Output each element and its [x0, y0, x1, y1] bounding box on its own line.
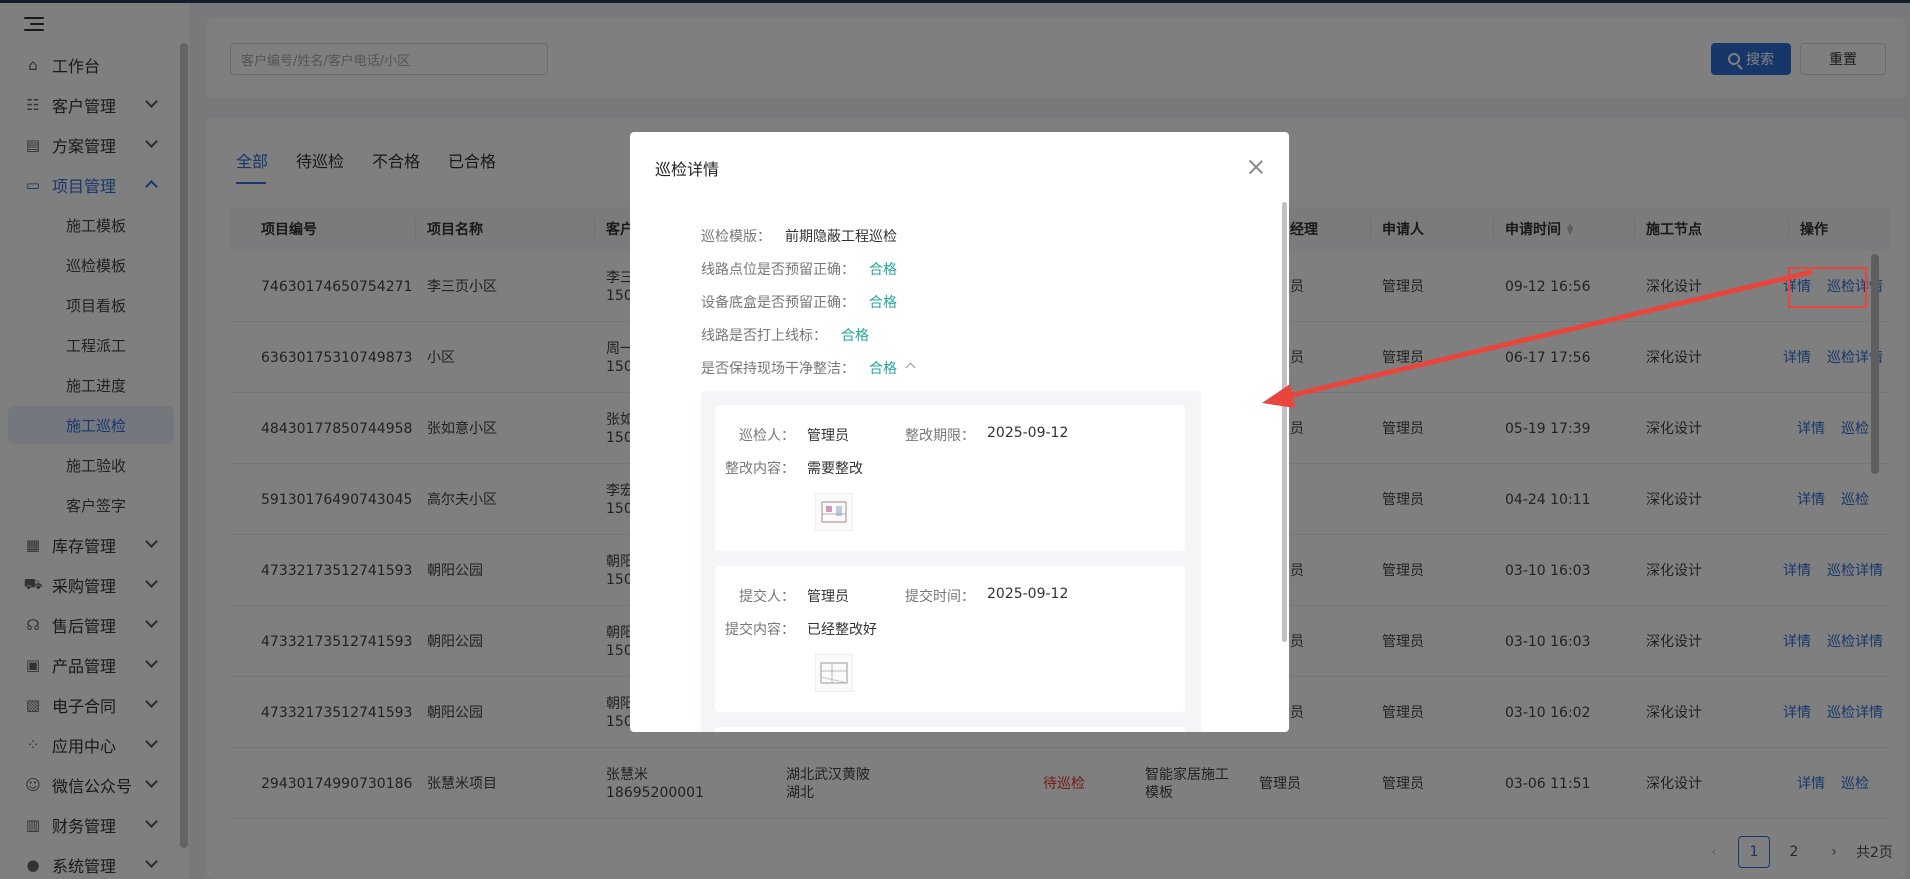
submitter-label: 提交人： — [739, 589, 795, 605]
close-icon[interactable] — [1247, 158, 1265, 176]
inspector-label: 巡检人： — [739, 428, 795, 444]
annotation-highlight-box — [1788, 267, 1867, 308]
dialog-scrollbar[interactable] — [1282, 202, 1287, 642]
rect-content-value: 需要整改 — [807, 461, 863, 477]
field-site-clean[interactable]: 是否保持现场干净整洁： 合格 — [701, 358, 916, 378]
next-card — [715, 727, 1185, 732]
chevron-up-icon[interactable] — [905, 362, 916, 373]
deadline-row: 整改期限： 2025-09-12 — [865, 425, 1068, 445]
submit-content-row: 提交内容： 已经整改好 — [715, 619, 877, 639]
submission-card: 提交人： 管理员 提交时间： 2025-09-12 提交内容： 已经整改好 — [715, 566, 1185, 712]
field-value: 合格 — [869, 295, 897, 311]
rect-content-row: 整改内容： 需要整改 — [715, 458, 863, 478]
field-label: 线路是否打上线标： — [701, 328, 827, 344]
field-wire-position: 线路点位是否预留正确： 合格 — [701, 259, 897, 279]
submit-time-row: 提交时间： 2025-09-12 — [865, 586, 1068, 606]
field-value: 前期隐蔽工程巡检 — [785, 229, 897, 245]
field-label: 设备底盒是否预留正确： — [701, 295, 855, 311]
field-label: 线路点位是否预留正确： — [701, 262, 855, 278]
rectification-image[interactable] — [815, 493, 853, 531]
field-label: 巡检模版： — [701, 229, 771, 245]
deadline-value: 2025-09-12 — [987, 425, 1069, 441]
inspector-value: 管理员 — [807, 428, 849, 444]
rectification-card: 巡检人： 管理员 整改期限： 2025-09-12 整改内容： 需要整改 — [715, 405, 1185, 551]
field-device-box: 设备底盒是否预留正确： 合格 — [701, 292, 897, 312]
deadline-label: 整改期限： — [905, 428, 975, 444]
field-wire-label: 线路是否打上线标： 合格 — [701, 325, 869, 345]
inspector-row: 巡检人： 管理员 — [715, 425, 849, 445]
field-value: 合格 — [869, 361, 897, 377]
field-template: 巡检模版： 前期隐蔽工程巡检 — [701, 226, 897, 246]
submitter-value: 管理员 — [807, 589, 849, 605]
submitter-row: 提交人： 管理员 — [715, 586, 849, 606]
field-value: 合格 — [841, 328, 869, 344]
submit-time-value: 2025-09-12 — [987, 586, 1069, 602]
submit-content-value: 已经整改好 — [807, 622, 877, 638]
rect-content-label: 整改内容： — [725, 461, 795, 477]
rectification-panel: 巡检人： 管理员 整改期限： 2025-09-12 整改内容： 需要整改 提交人… — [701, 391, 1201, 732]
submission-image[interactable] — [815, 654, 853, 692]
submit-time-label: 提交时间： — [905, 589, 975, 605]
submit-content-label: 提交内容： — [725, 622, 795, 638]
field-value: 合格 — [869, 262, 897, 278]
inspection-detail-dialog: 巡检详情 巡检模版： 前期隐蔽工程巡检 线路点位是否预留正确： 合格 设备底盒是… — [630, 132, 1289, 732]
dialog-title: 巡检详情 — [655, 160, 720, 179]
field-label: 是否保持现场干净整洁： — [701, 361, 855, 377]
